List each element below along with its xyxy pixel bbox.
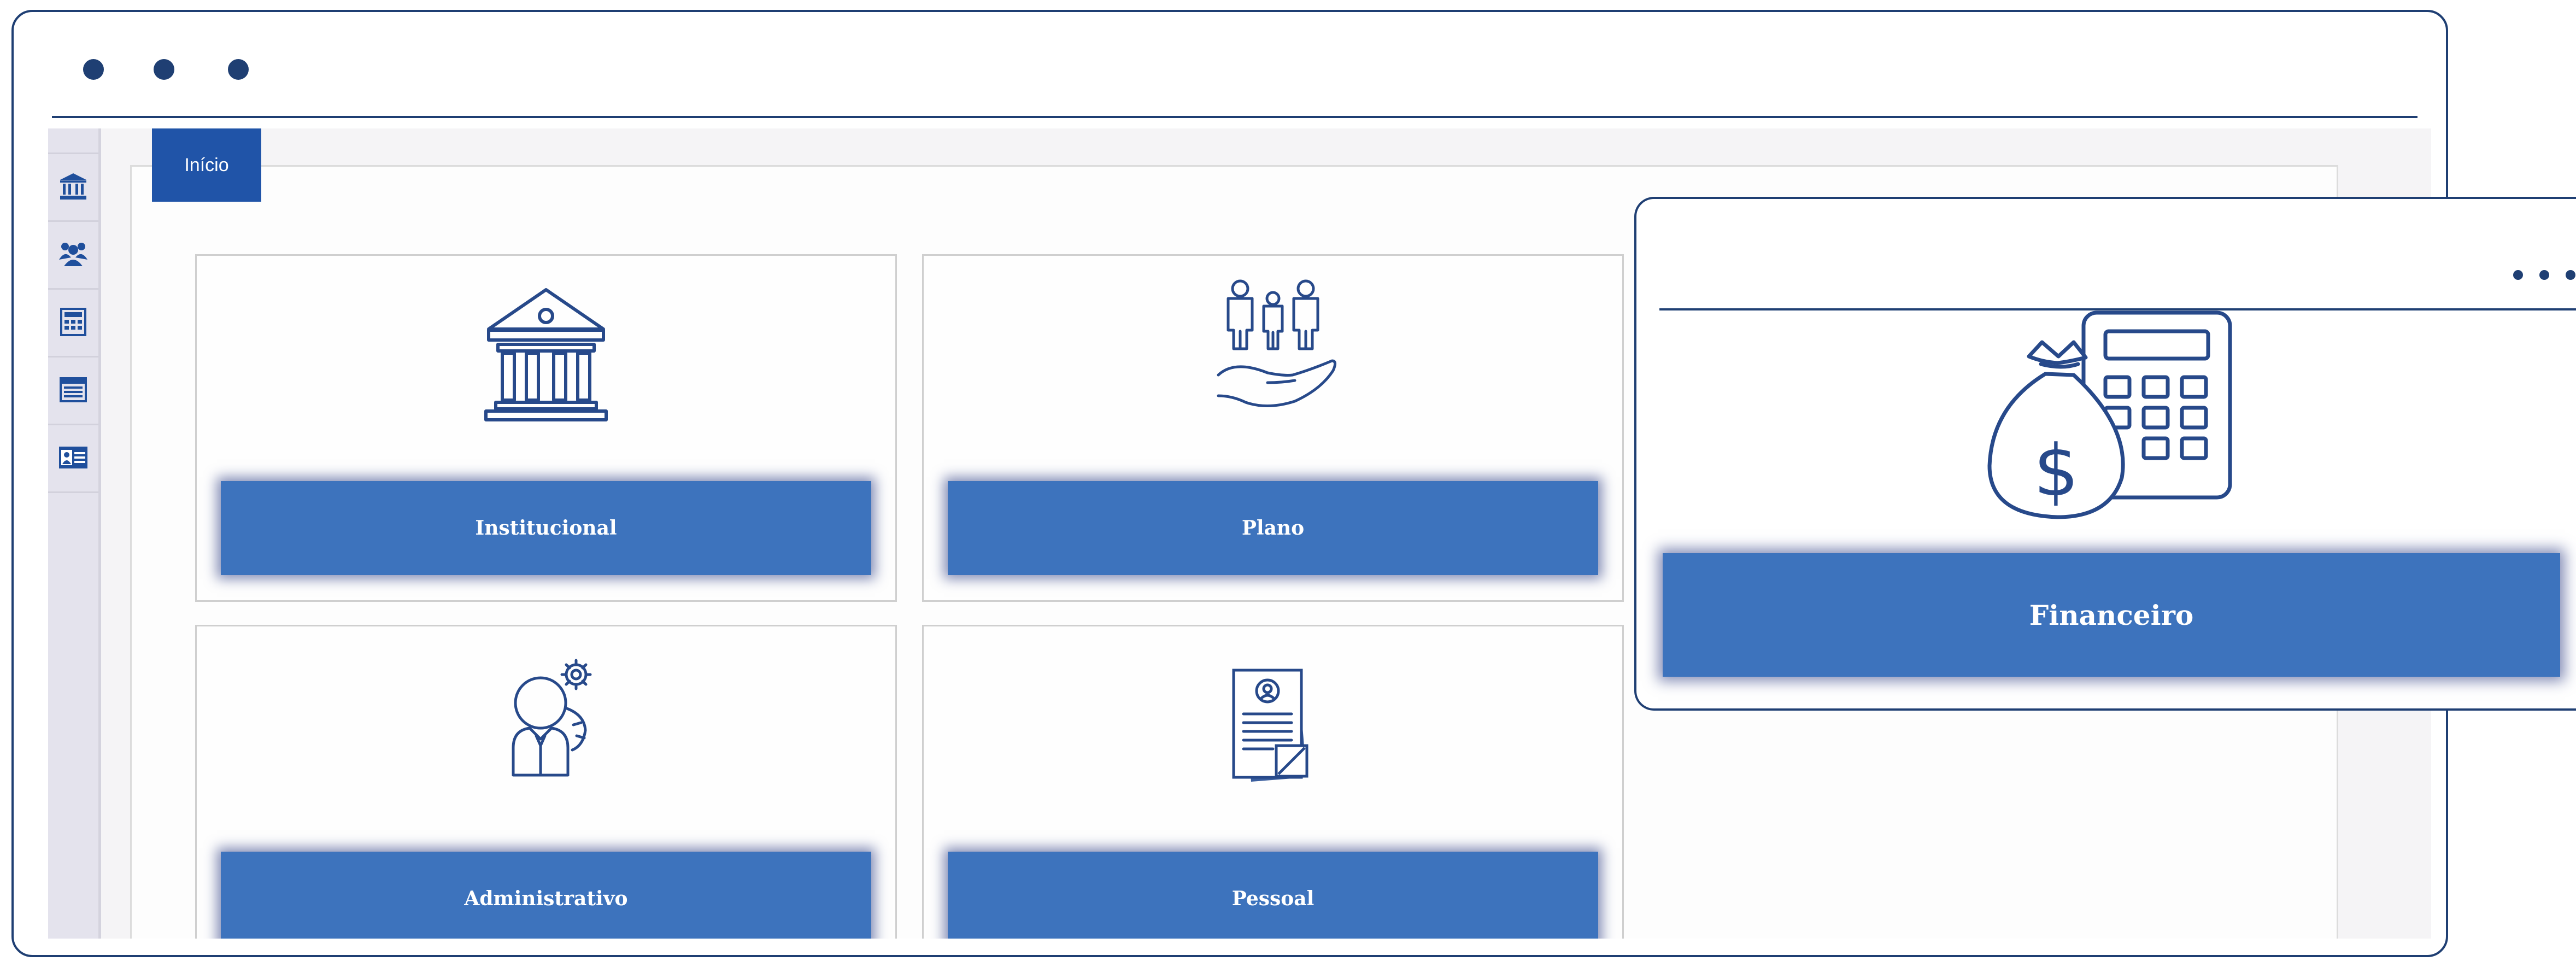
- administrativo-button[interactable]: Administrativo: [221, 852, 871, 939]
- institucional-button-label: Institucional: [475, 517, 617, 540]
- personnel-documents-icon: [924, 626, 1622, 845]
- tab-inicio[interactable]: Início: [152, 128, 261, 202]
- window-dot-2: [154, 59, 174, 80]
- sidebar-item-home[interactable]: [48, 128, 98, 154]
- family-hand-icon: [924, 256, 1622, 474]
- card-institucional: Institucional: [195, 254, 897, 602]
- card-plano: Plano: [922, 254, 1624, 602]
- window-dot-3: [228, 59, 249, 80]
- home-icon: [60, 128, 87, 130]
- financeiro-button-label: Financeiro: [2029, 599, 2194, 631]
- pessoal-button[interactable]: Pessoal: [948, 852, 1598, 939]
- list-icon: [60, 377, 87, 402]
- card-administrativo: Administrativo: [195, 625, 897, 939]
- sidebar-item-id-card[interactable]: [48, 424, 98, 493]
- calculator-icon: [60, 308, 86, 336]
- pessoal-button-label: Pessoal: [1231, 887, 1315, 910]
- popup-dot-2: [2539, 270, 2549, 280]
- sidebar-item-people[interactable]: [48, 220, 98, 290]
- card-pessoal: Pessoal: [922, 625, 1624, 939]
- institucional-button[interactable]: Institucional: [221, 481, 871, 575]
- popup-dot-3: [2566, 270, 2575, 280]
- window-dot-1: [83, 59, 104, 80]
- financeiro-button[interactable]: Financeiro: [1663, 553, 2560, 677]
- zoom-popup-window: $ Financeiro: [1634, 197, 2576, 711]
- administrator-gear-icon: [197, 626, 895, 845]
- id-card-icon: [58, 446, 89, 470]
- institution-icon: [59, 172, 87, 201]
- institution-building-icon: [197, 256, 895, 474]
- plano-button[interactable]: Plano: [948, 481, 1598, 575]
- popup-dot-1: [2513, 270, 2523, 280]
- administrativo-button-label: Administrativo: [464, 887, 628, 910]
- tab-label: Início: [184, 154, 229, 175]
- sidebar-item-list[interactable]: [48, 356, 98, 425]
- window-divider: [52, 116, 2417, 118]
- sidebar-item-calculator[interactable]: [48, 288, 98, 358]
- plano-button-label: Plano: [1241, 517, 1305, 540]
- people-icon: [58, 241, 88, 267]
- sidebar: [48, 128, 101, 939]
- svg-text:$: $: [2034, 429, 2079, 512]
- sidebar-item-institution[interactable]: [48, 153, 98, 222]
